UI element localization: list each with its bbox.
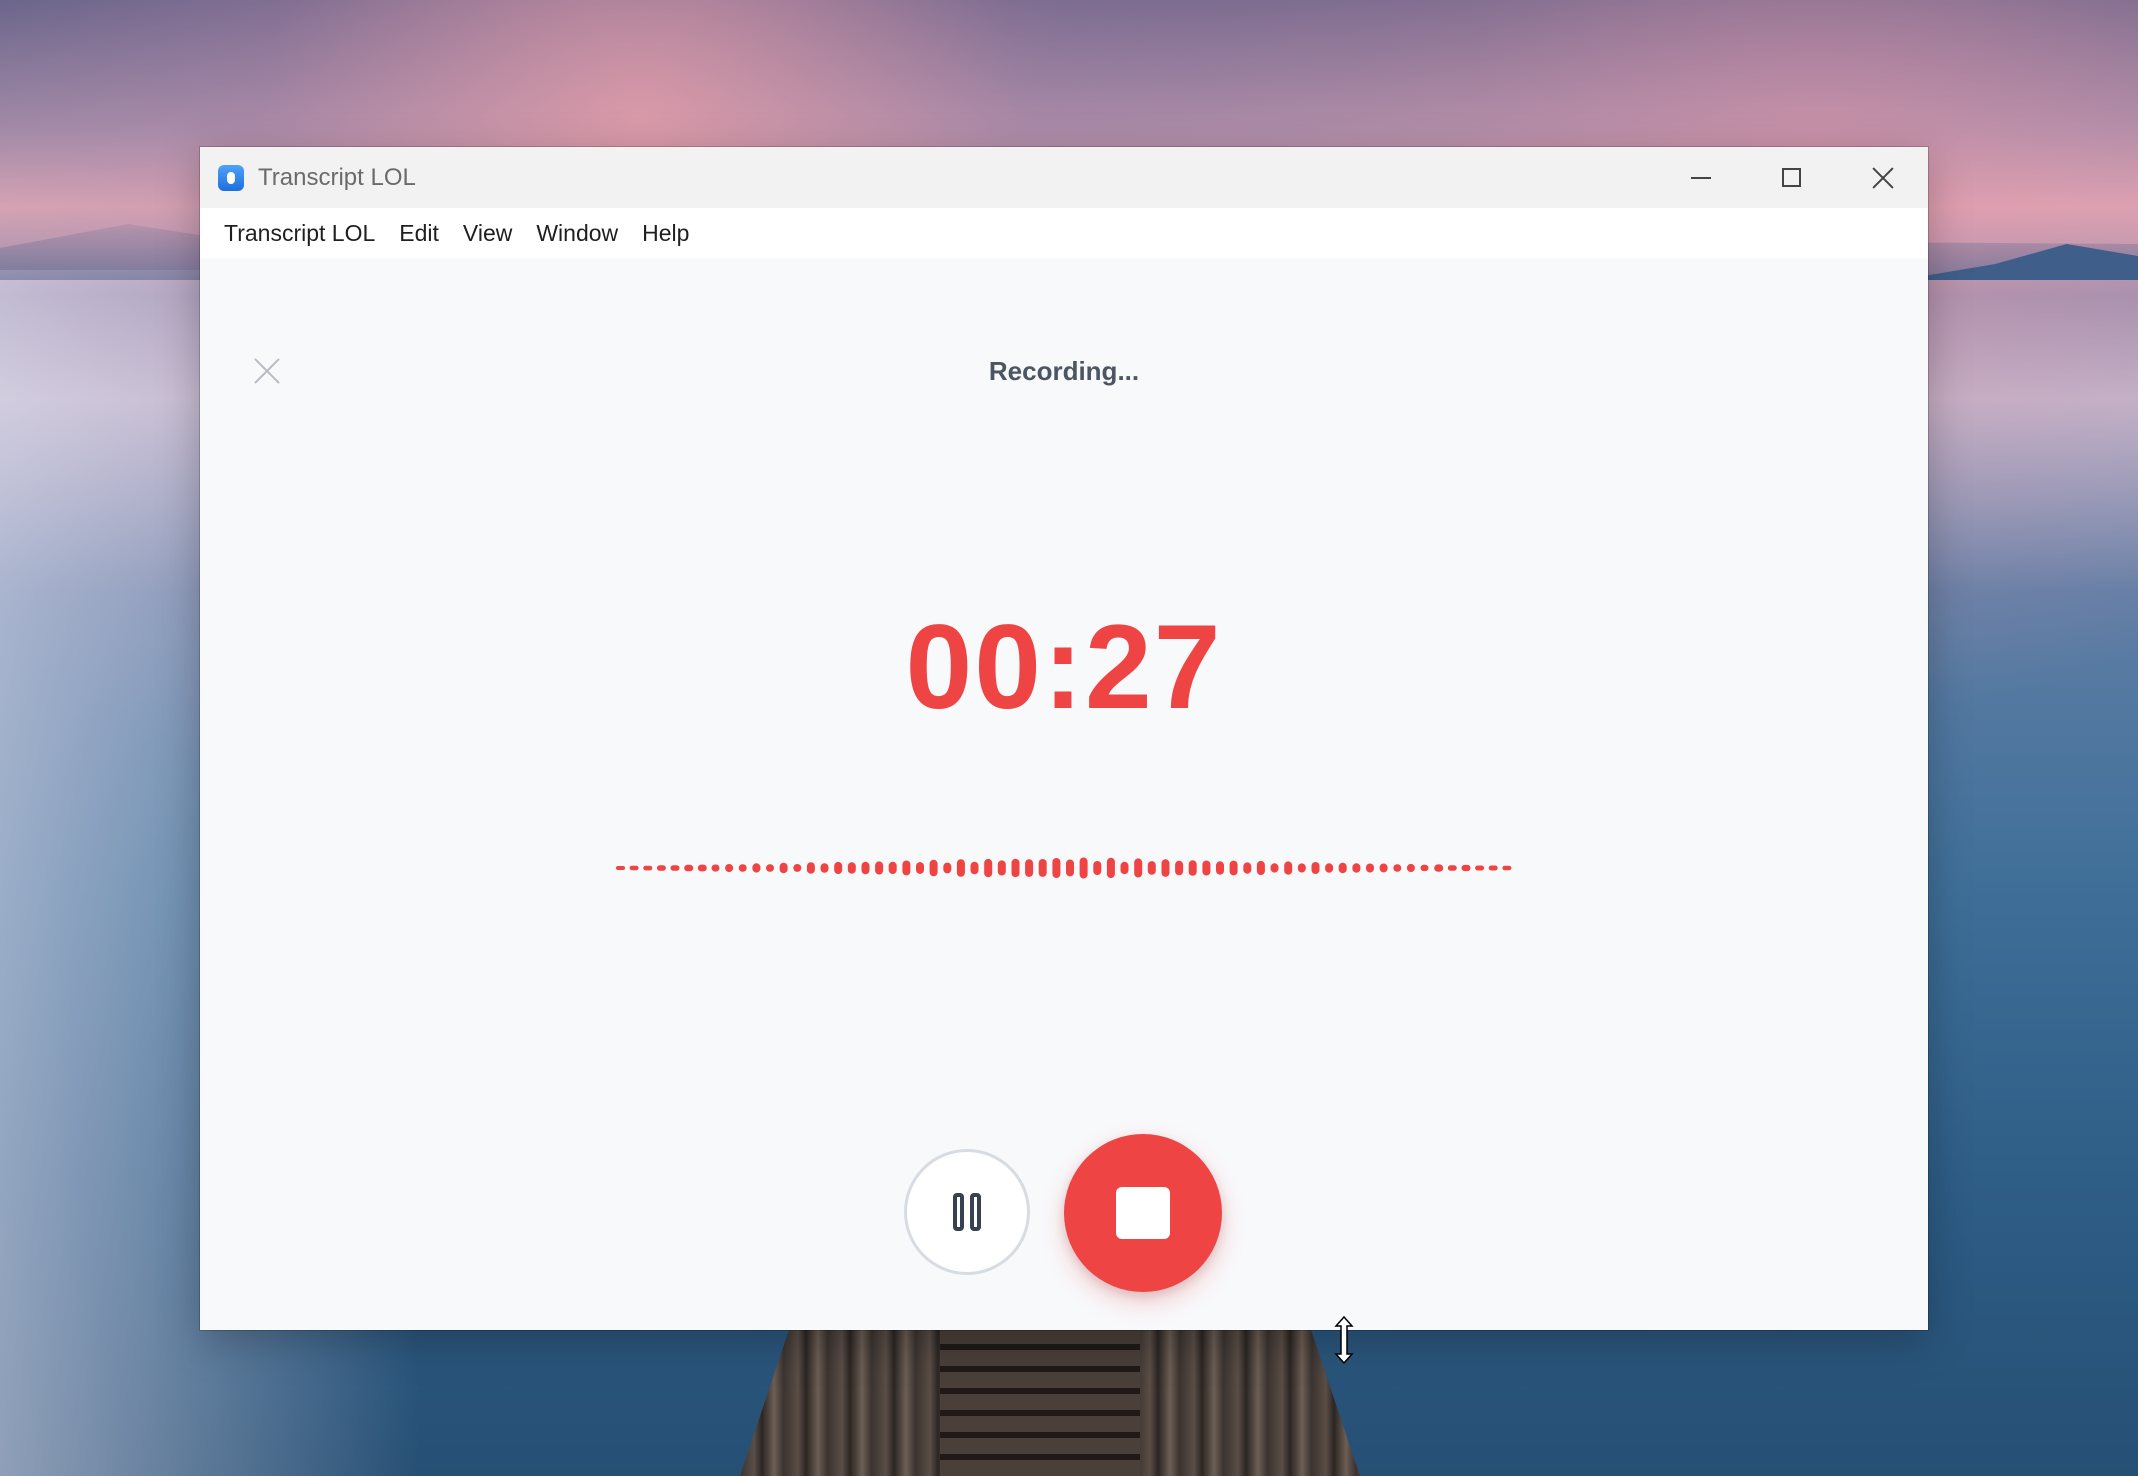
stop-icon [1116, 1187, 1170, 1239]
waveform-bar [1488, 865, 1498, 871]
waveform-bar [616, 866, 625, 870]
waveform-bar [888, 861, 897, 875]
menu-edit[interactable]: Edit [387, 208, 451, 258]
waveform-bar [643, 865, 653, 871]
audio-waveform [616, 857, 1512, 879]
stop-button[interactable] [1064, 1134, 1222, 1292]
waveform-bar [766, 864, 774, 872]
waveform-bar [1134, 858, 1143, 878]
waveform-bar [1229, 860, 1238, 876]
waveform-bar [1256, 860, 1265, 876]
waveform-bar [1447, 865, 1457, 871]
waveform-bar [1106, 857, 1115, 879]
waveform-bar [956, 859, 965, 877]
waveform-bar [834, 861, 843, 875]
waveform-bar [711, 864, 720, 872]
recording-timer: 00:27 [905, 600, 1223, 734]
waveform-bar [1079, 857, 1088, 879]
waveform-bar [1120, 861, 1129, 875]
waveform-bar [861, 861, 870, 875]
window-title: Transcript LOL [258, 163, 416, 191]
waveform-bar [629, 865, 639, 871]
waveform-bar [1475, 865, 1485, 871]
waveform-bar [929, 859, 938, 877]
recorder-panel: Recording... 00:27 [200, 258, 1928, 1330]
waveform-bar [684, 864, 694, 872]
waveform-bar [1352, 863, 1361, 873]
waveform-bar [1243, 862, 1252, 874]
waveform-bar [1175, 860, 1184, 876]
waveform-bar [1406, 863, 1415, 873]
waveform-bar [1025, 859, 1034, 877]
menu-help[interactable]: Help [630, 208, 701, 258]
waveform-bar [1311, 862, 1320, 874]
waveform-bar [1461, 864, 1471, 872]
menu-app[interactable]: Transcript LOL [212, 208, 387, 258]
close-icon [1872, 167, 1894, 189]
waveform-bar [1188, 860, 1197, 876]
resize-cursor-icon [1334, 1316, 1354, 1364]
waveform-bar [779, 862, 788, 874]
waveform-bar [806, 862, 815, 874]
waveform-bar [902, 860, 911, 876]
waveform-bar [1338, 862, 1347, 874]
waveform-bar [725, 864, 734, 873]
waveform-bar [793, 864, 802, 872]
waveform-bar [1502, 865, 1512, 871]
waveform-bar [1052, 858, 1061, 878]
microphone-app-icon [218, 164, 244, 191]
waveform-bar [1161, 859, 1170, 877]
waveform-bar [697, 864, 707, 872]
pause-icon [953, 1193, 964, 1231]
window-controls [1655, 147, 1928, 208]
waveform-bar [1038, 859, 1047, 877]
waveform-bar [916, 862, 924, 874]
waveform-bar [1393, 864, 1402, 872]
pause-button[interactable] [904, 1149, 1030, 1275]
waveform-bar [1270, 863, 1279, 873]
waveform-bar [1297, 863, 1306, 873]
waveform-bar [1011, 858, 1020, 878]
waveform-bar [738, 864, 747, 872]
waveform-bar [847, 862, 856, 874]
waveform-bar [875, 861, 884, 875]
waveform-bar [1434, 864, 1444, 872]
waveform-bar [1202, 860, 1211, 876]
app-window: Transcript LOL Transcript LOL Edit View … [200, 147, 1928, 1330]
waveform-bar [820, 863, 829, 873]
waveform-bar [997, 860, 1006, 876]
recording-status: Recording... [988, 356, 1140, 386]
minimize-icon [1690, 176, 1711, 179]
pause-icon [970, 1193, 981, 1231]
menu-bar: Transcript LOL Edit View Window Help [200, 208, 1928, 258]
maximize-icon [1782, 168, 1801, 187]
maximize-button[interactable] [1746, 147, 1837, 208]
waveform-bar [1066, 859, 1074, 877]
waveform-bar [984, 858, 993, 878]
menu-view[interactable]: View [451, 208, 524, 258]
waveform-bar [1216, 861, 1224, 875]
waveform-bar [656, 865, 666, 871]
waveform-bar [1366, 863, 1374, 873]
waveform-bar [970, 861, 979, 875]
close-window-button[interactable] [1837, 147, 1928, 208]
desktop-wallpaper-pier-steps [940, 1328, 1140, 1476]
waveform-bar [752, 863, 761, 873]
minimize-button[interactable] [1655, 147, 1746, 208]
waveform-bar [1093, 861, 1102, 876]
waveform-bar [670, 865, 680, 871]
waveform-bar [1379, 863, 1388, 873]
title-bar[interactable]: Transcript LOL [200, 147, 1928, 208]
waveform-bar [943, 862, 952, 874]
waveform-bar [1147, 861, 1156, 875]
waveform-bar [1284, 861, 1293, 875]
menu-window[interactable]: Window [524, 208, 630, 258]
waveform-bar [1420, 864, 1429, 872]
waveform-bar [1325, 863, 1334, 873]
